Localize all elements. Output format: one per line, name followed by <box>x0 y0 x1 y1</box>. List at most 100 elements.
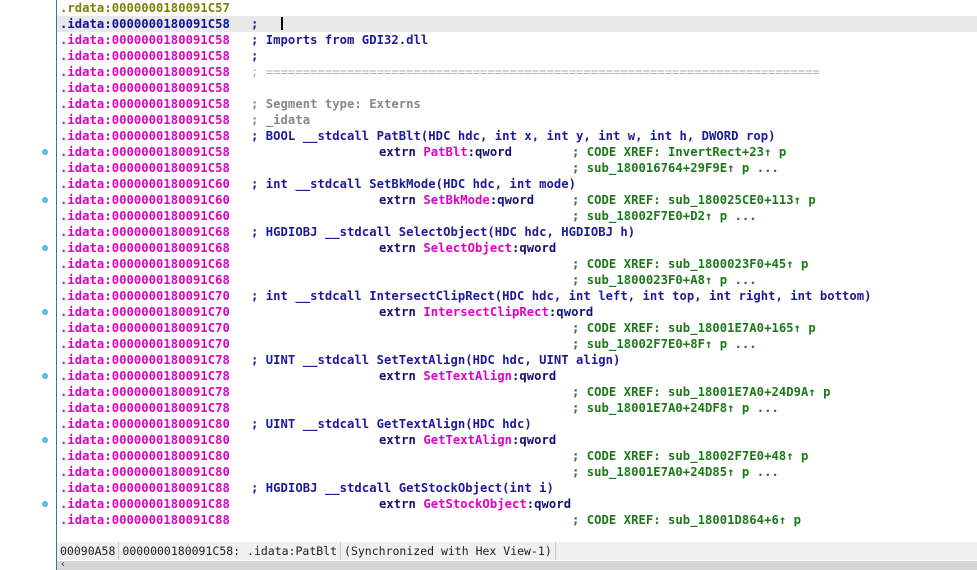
line-address[interactable]: .idata:0000000180091C58 <box>60 80 230 96</box>
disassembly-listing[interactable]: .rdata:0000000180091C57 .idata:0000000180… <box>57 0 977 530</box>
breakpoint-dot-icon[interactable] <box>42 197 48 203</box>
listing-line[interactable]: .idata:0000000180091C58; <box>57 16 977 32</box>
code-xref[interactable]: ; sub_18002F7E0+8F↑ p ... <box>572 336 757 352</box>
code-xref[interactable]: ; sub_180016764+29F9E↑ p ... <box>572 160 779 176</box>
breakpoint-dot-icon[interactable] <box>42 245 48 251</box>
listing-line[interactable]: .idata:0000000180091C68 extrn SelectObjec… <box>57 240 977 256</box>
line-address[interactable]: .idata:0000000180091C58 <box>60 144 230 160</box>
line-address[interactable]: .idata:0000000180091C80 <box>60 432 230 448</box>
listing-line[interactable]: .idata:0000000180091C70 ; CODE XREF: sub_… <box>57 320 977 336</box>
line-address[interactable]: .idata:0000000180091C70 <box>60 288 230 304</box>
line-address[interactable]: .idata:0000000180091C78 <box>60 368 230 384</box>
line-address[interactable]: .rdata:0000000180091C57 <box>60 0 230 16</box>
line-address[interactable]: .idata:0000000180091C70 <box>60 304 230 320</box>
import-name[interactable]: SelectObject <box>423 241 512 255</box>
listing-line[interactable]: .idata:0000000180091C78 extrn SetTextAlig… <box>57 368 977 384</box>
horizontal-scrollbar[interactable]: ‹ <box>57 559 977 570</box>
breakpoint-dot-icon[interactable] <box>42 149 48 155</box>
code-xref[interactable]: ; sub_1800023F0+A8↑ p ... <box>572 272 757 288</box>
import-name[interactable]: PatBlt <box>423 145 467 159</box>
listing-line[interactable]: .idata:0000000180091C58 ; BOOL __stdcall … <box>57 128 977 144</box>
listing-line[interactable]: .idata:0000000180091C58 <box>57 80 977 96</box>
line-address[interactable]: .idata:0000000180091C68 <box>60 240 230 256</box>
line-address[interactable]: .idata:0000000180091C78 <box>60 384 230 400</box>
code-xref[interactable]: ; sub_18001E7A0+24DF8↑ p ... <box>572 400 779 416</box>
code-xref[interactable]: ; sub_18002F7E0+D2↑ p ... <box>572 208 757 224</box>
line-address[interactable]: .idata:0000000180091C60 <box>60 208 230 224</box>
listing-line[interactable]: .idata:0000000180091C78 ; sub_18001E7A0+2… <box>57 400 977 416</box>
listing-line[interactable]: .idata:0000000180091C80 ; sub_18001E7A0+2… <box>57 464 977 480</box>
listing-line[interactable]: .idata:0000000180091C58 ; ===============… <box>57 64 977 80</box>
line-address[interactable]: .idata:0000000180091C60 <box>60 176 230 192</box>
listing-line[interactable]: .idata:0000000180091C70 ; int __stdcall I… <box>57 288 977 304</box>
line-address[interactable]: .idata:0000000180091C80 <box>60 416 230 432</box>
line-address[interactable]: .idata:0000000180091C58 <box>60 64 230 80</box>
listing-line[interactable]: .rdata:0000000180091C57 <box>57 0 977 16</box>
code-xref[interactable]: ; CODE XREF: sub_18001E7A0+165↑ p <box>572 320 816 336</box>
listing-line[interactable]: .idata:0000000180091C58 ; Imports from GD… <box>57 32 977 48</box>
listing-line[interactable]: .idata:0000000180091C88 extrn GetStockObj… <box>57 496 977 512</box>
listing-line[interactable]: .idata:0000000180091C60 ; int __stdcall S… <box>57 176 977 192</box>
line-address[interactable]: .idata:0000000180091C88 <box>60 496 230 512</box>
segment-comment: ; _idata <box>251 113 311 127</box>
listing-line[interactable]: .idata:0000000180091C58 ; sub_180016764+2… <box>57 160 977 176</box>
code-xref[interactable]: ; sub_18001E7A0+24D85↑ p ... <box>572 464 779 480</box>
listing-line[interactable]: .idata:0000000180091C88 ; HGDIOBJ __stdca… <box>57 480 977 496</box>
code-xref[interactable]: ; CODE XREF: sub_1800023F0+45↑ p <box>572 256 808 272</box>
line-address[interactable]: .idata:0000000180091C80 <box>60 448 230 464</box>
code-xref[interactable]: ; CODE XREF: sub_18001E7A0+24D9A↑ p <box>572 384 831 400</box>
listing-line[interactable]: .idata:0000000180091C70 extrn IntersectCl… <box>57 304 977 320</box>
line-address[interactable]: .idata:0000000180091C68 <box>60 224 230 240</box>
listing-line[interactable]: .idata:0000000180091C60 ; sub_18002F7E0+D… <box>57 208 977 224</box>
import-name[interactable]: IntersectClipRect <box>423 305 549 319</box>
listing-line[interactable]: .idata:0000000180091C88 ; CODE XREF: sub_… <box>57 512 977 528</box>
listing-line[interactable]: .idata:0000000180091C68 ; sub_1800023F0+A… <box>57 272 977 288</box>
line-address[interactable]: .idata:0000000180091C88 <box>60 512 230 528</box>
scroll-left-icon[interactable]: ‹ <box>61 559 65 570</box>
line-address[interactable]: .idata:0000000180091C58 <box>60 96 230 112</box>
code-xref[interactable]: ; CODE XREF: sub_180025CE0+113↑ p <box>572 192 816 208</box>
line-address[interactable]: .idata:0000000180091C58 <box>60 112 230 128</box>
line-address[interactable]: .idata:0000000180091C78 <box>60 400 230 416</box>
line-address[interactable]: .idata:0000000180091C68 <box>60 256 230 272</box>
line-address[interactable]: .idata:0000000180091C78 <box>60 352 230 368</box>
listing-line[interactable]: .idata:0000000180091C68 ; HGDIOBJ __stdca… <box>57 224 977 240</box>
listing-line[interactable]: .idata:0000000180091C58 ; _idata <box>57 112 977 128</box>
listing-line[interactable]: .idata:0000000180091C80 ; UINT __stdcall … <box>57 416 977 432</box>
line-address[interactable]: .idata:0000000180091C60 <box>60 192 230 208</box>
extrn-declaration: extrn PatBlt:qword <box>379 144 512 160</box>
line-address[interactable]: .idata:0000000180091C88 <box>60 480 230 496</box>
line-address[interactable]: .idata:0000000180091C68 <box>60 272 230 288</box>
import-name[interactable]: GetTextAlign <box>423 433 512 447</box>
listing-line[interactable]: .idata:0000000180091C80 extrn GetTextAlig… <box>57 432 977 448</box>
import-name[interactable]: SetTextAlign <box>423 369 512 383</box>
line-address[interactable]: .idata:0000000180091C70 <box>60 336 230 352</box>
listing-line[interactable]: .idata:0000000180091C70 ; sub_18002F7E0+8… <box>57 336 977 352</box>
code-xref[interactable]: ; CODE XREF: InvertRect+23↑ p <box>572 144 786 160</box>
line-address[interactable]: .idata:0000000180091C70 <box>60 320 230 336</box>
line-address[interactable]: .idata:0000000180091C58 <box>60 32 230 48</box>
listing-line[interactable]: .idata:0000000180091C78 ; CODE XREF: sub_… <box>57 384 977 400</box>
listing-line[interactable]: .idata:0000000180091C58 ; Segment type: E… <box>57 96 977 112</box>
listing-line[interactable]: .idata:0000000180091C58 extrn PatBlt:qwor… <box>57 144 977 160</box>
import-name[interactable]: GetStockObject <box>423 497 526 511</box>
line-address[interactable]: .idata:0000000180091C58 <box>60 160 230 176</box>
xref-text: ; sub_18002F7E0+D2 <box>572 209 705 223</box>
line-address[interactable]: .idata:0000000180091C58 <box>60 48 230 64</box>
breakpoint-dot-icon[interactable] <box>42 373 48 379</box>
breakpoint-dot-icon[interactable] <box>42 501 48 507</box>
breakpoint-dot-icon[interactable] <box>42 437 48 443</box>
line-address[interactable]: .idata:0000000180091C58 <box>60 128 230 144</box>
breakpoint-gutter[interactable] <box>0 0 56 541</box>
listing-line[interactable]: .idata:0000000180091C60 extrn SetBkMode:q… <box>57 192 977 208</box>
listing-line[interactable]: .idata:0000000180091C58; <box>57 48 977 64</box>
breakpoint-dot-icon[interactable] <box>42 309 48 315</box>
line-address[interactable]: .idata:0000000180091C80 <box>60 464 230 480</box>
listing-line[interactable]: .idata:0000000180091C78 ; UINT __stdcall … <box>57 352 977 368</box>
listing-line[interactable]: .idata:0000000180091C80 ; CODE XREF: sub_… <box>57 448 977 464</box>
listing-line[interactable]: .idata:0000000180091C68 ; CODE XREF: sub_… <box>57 256 977 272</box>
code-xref[interactable]: ; CODE XREF: sub_18002F7E0+48↑ p <box>572 448 808 464</box>
line-address[interactable]: .idata:0000000180091C58 <box>60 16 230 32</box>
code-xref[interactable]: ; CODE XREF: sub_18001D864+6↑ p <box>572 512 801 528</box>
import-name[interactable]: SetBkMode <box>423 193 490 207</box>
